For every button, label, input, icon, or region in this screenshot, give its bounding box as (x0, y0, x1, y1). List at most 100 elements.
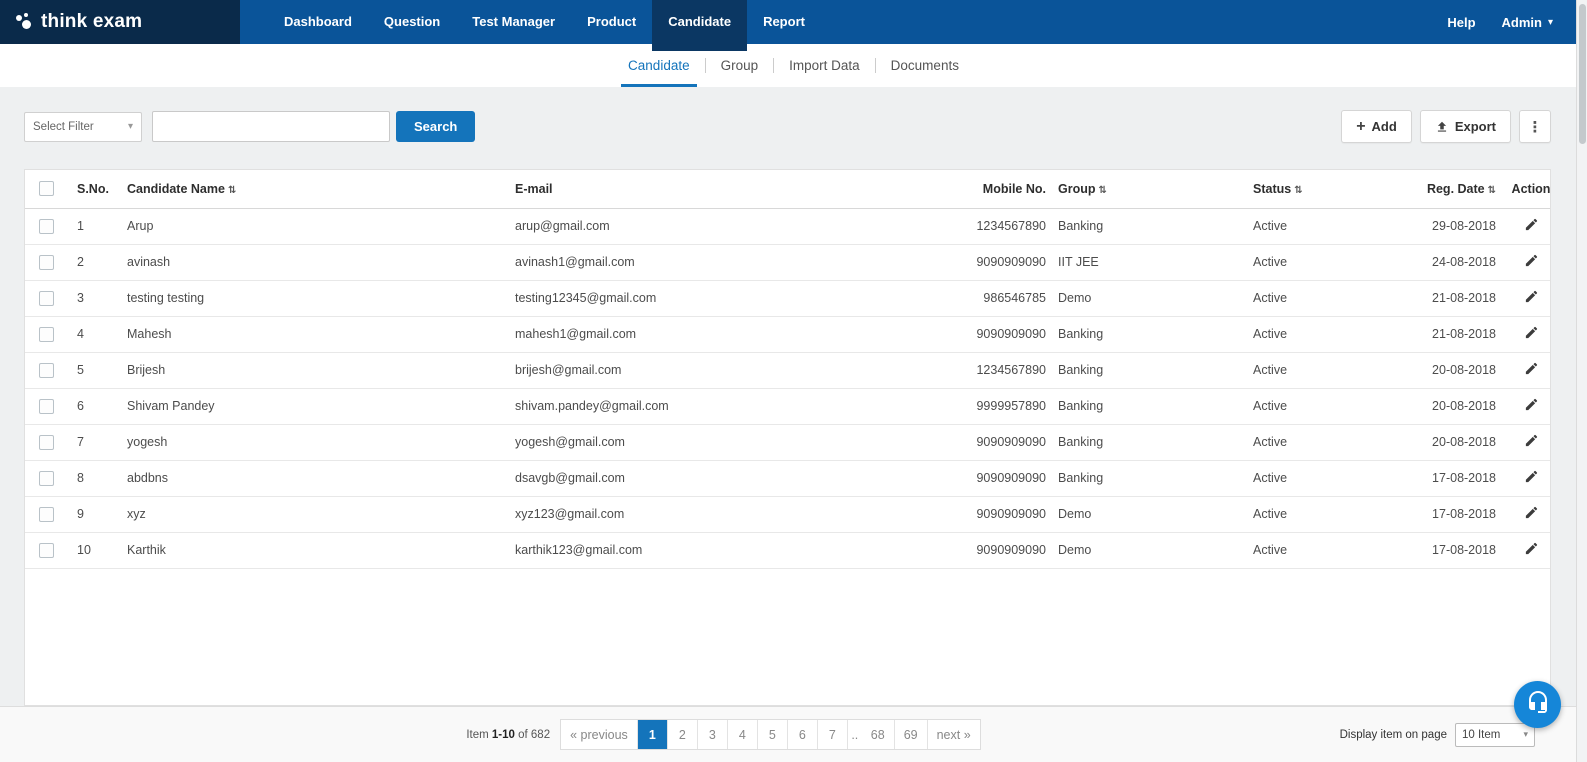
edit-pencil-icon[interactable] (1524, 325, 1539, 340)
pagination-page-6[interactable]: 6 (788, 720, 818, 749)
vertical-scrollbar[interactable] (1576, 0, 1587, 762)
display-items-control: Display item on page 10 Item ▾ (1340, 707, 1535, 762)
display-items-value: 10 Item (1462, 729, 1500, 741)
edit-pencil-icon[interactable] (1524, 217, 1539, 232)
cell-status: Active (1247, 244, 1367, 280)
select-all-checkbox[interactable] (39, 181, 54, 196)
edit-pencil-icon[interactable] (1524, 469, 1539, 484)
header-group[interactable]: Group⇅ (1052, 170, 1247, 208)
kebab-menu-icon: ⋮ (1528, 118, 1543, 136)
more-options-button[interactable]: ⋮ (1519, 110, 1551, 143)
toolbar-actions: + Add Export ⋮ (1341, 110, 1551, 143)
cell-sno: 8 (71, 460, 121, 496)
row-checkbox[interactable] (39, 291, 54, 306)
cell-reg-date: 17-08-2018 (1367, 460, 1502, 496)
nav-item-question[interactable]: Question (368, 0, 456, 44)
row-checkbox[interactable] (39, 255, 54, 270)
brand-logo-icon (16, 13, 34, 31)
row-checkbox[interactable] (39, 543, 54, 558)
pagination-page-1[interactable]: 1 (638, 720, 668, 749)
header-reg-date[interactable]: Reg. Date⇅ (1367, 170, 1502, 208)
nav-item-dashboard[interactable]: Dashboard (268, 0, 368, 44)
pagination-ellipsis: .. (848, 720, 862, 749)
cell-sno: 3 (71, 280, 121, 316)
cell-mobile: 9090909090 (934, 460, 1052, 496)
main-content: Select Filter ▾ Search + Add Export ⋮ (0, 87, 1587, 706)
pagination-page-5[interactable]: 5 (758, 720, 788, 749)
search-button[interactable]: Search (396, 111, 475, 142)
cell-status: Active (1247, 424, 1367, 460)
header-email: E-mail (509, 170, 934, 208)
pagination-previous[interactable]: « previous (561, 720, 638, 749)
cell-email: dsavgb@gmail.com (509, 460, 934, 496)
chevron-down-icon: ▾ (1523, 729, 1528, 740)
edit-pencil-icon[interactable] (1524, 433, 1539, 448)
export-button[interactable]: Export (1420, 110, 1511, 143)
table-header-row: S.No. Candidate Name⇅ E-mail Mobile No. … (25, 170, 1551, 208)
table-row: 3 testing testing testing12345@gmail.com… (25, 280, 1551, 316)
display-items-select[interactable]: 10 Item ▾ (1455, 723, 1535, 747)
pagination-page-3[interactable]: 3 (698, 720, 728, 749)
nav-item-candidate[interactable]: Candidate (652, 0, 747, 51)
edit-pencil-icon[interactable] (1524, 541, 1539, 556)
row-checkbox[interactable] (39, 471, 54, 486)
edit-pencil-icon[interactable] (1524, 397, 1539, 412)
row-checkbox[interactable] (39, 507, 54, 522)
pagination-center: Item 1-10 of 682 « previous 1 2 3 4 5 6 … (466, 719, 980, 750)
edit-pencil-icon[interactable] (1524, 289, 1539, 304)
edit-pencil-icon[interactable] (1524, 253, 1539, 268)
edit-pencil-icon[interactable] (1524, 361, 1539, 376)
cell-candidate-name: testing testing (121, 280, 509, 316)
cell-email: mahesh1@gmail.com (509, 316, 934, 352)
cell-sno: 9 (71, 496, 121, 532)
pagination-page-2[interactable]: 2 (668, 720, 698, 749)
support-chat-button[interactable] (1514, 681, 1561, 728)
cell-reg-date: 20-08-2018 (1367, 388, 1502, 424)
top-navbar: think exam Dashboard Question Test Manag… (0, 0, 1587, 44)
cell-candidate-name: xyz (121, 496, 509, 532)
table-row: 4 Mahesh mahesh1@gmail.com 9090909090 Ba… (25, 316, 1551, 352)
cell-status: Active (1247, 388, 1367, 424)
row-checkbox[interactable] (39, 327, 54, 342)
filter-select[interactable]: Select Filter ▾ (24, 112, 142, 142)
cell-email: brijesh@gmail.com (509, 352, 934, 388)
table-row: 5 Brijesh brijesh@gmail.com 1234567890 B… (25, 352, 1551, 388)
pagination-page-4[interactable]: 4 (728, 720, 758, 749)
pagination-page-68[interactable]: 68 (862, 720, 895, 749)
table-row: 1 Arup arup@gmail.com 1234567890 Banking… (25, 208, 1551, 244)
cell-sno: 4 (71, 316, 121, 352)
sort-icon: ⇅ (1488, 185, 1496, 196)
search-input[interactable] (152, 111, 390, 142)
row-checkbox[interactable] (39, 219, 54, 234)
cell-email: arup@gmail.com (509, 208, 934, 244)
subnav-tab-documents[interactable]: Documents (876, 44, 974, 87)
header-candidate-name[interactable]: Candidate Name⇅ (121, 170, 509, 208)
pagination-page-7[interactable]: 7 (818, 720, 848, 749)
admin-menu[interactable]: Admin ▾ (1502, 15, 1553, 30)
nav-item-report[interactable]: Report (747, 0, 821, 44)
cell-reg-date: 17-08-2018 (1367, 532, 1502, 568)
subnav-tab-import-data[interactable]: Import Data (774, 44, 875, 87)
export-button-label: Export (1455, 119, 1496, 134)
brand-logo-text: think exam (41, 11, 142, 33)
nav-item-test-manager[interactable]: Test Manager (456, 0, 571, 44)
table-row: 2 avinash avinash1@gmail.com 9090909090 … (25, 244, 1551, 280)
row-checkbox[interactable] (39, 435, 54, 450)
scrollbar-thumb[interactable] (1579, 4, 1586, 144)
pagination-page-69[interactable]: 69 (895, 720, 928, 749)
nav-item-product[interactable]: Product (571, 0, 652, 44)
cell-sno: 1 (71, 208, 121, 244)
cell-status: Active (1247, 532, 1367, 568)
row-checkbox[interactable] (39, 363, 54, 378)
row-checkbox[interactable] (39, 399, 54, 414)
add-button[interactable]: + Add (1341, 110, 1412, 143)
brand-logo[interactable]: think exam (0, 0, 240, 44)
header-status[interactable]: Status⇅ (1247, 170, 1367, 208)
pagination-next[interactable]: next » (928, 720, 980, 749)
cell-mobile: 986546785 (934, 280, 1052, 316)
edit-pencil-icon[interactable] (1524, 505, 1539, 520)
pagination-footer: Item 1-10 of 682 « previous 1 2 3 4 5 6 … (0, 706, 1587, 762)
help-link[interactable]: Help (1447, 15, 1475, 30)
cell-candidate-name: Arup (121, 208, 509, 244)
cell-sno: 10 (71, 532, 121, 568)
